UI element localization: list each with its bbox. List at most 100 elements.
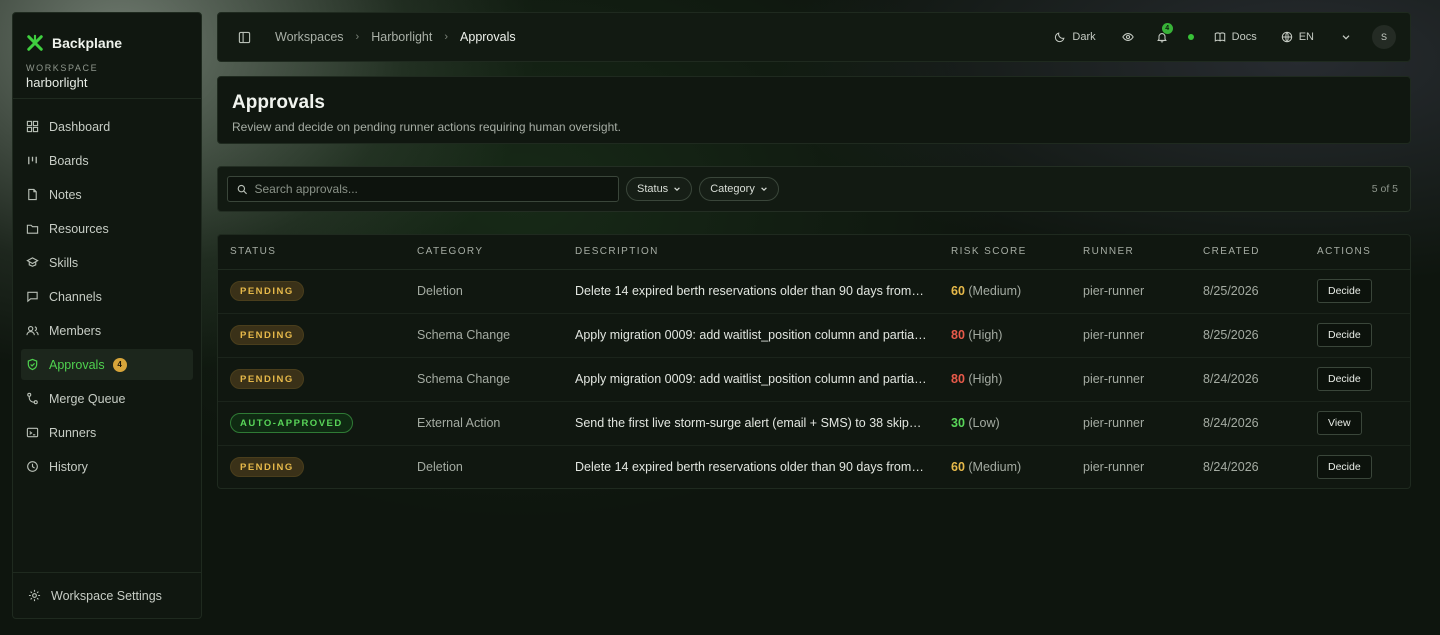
sidebar-item-label: Dashboard [49, 119, 111, 134]
runner-cell: pier-runner [1071, 357, 1191, 402]
description-cell: Delete 14 expired berth reservations old… [563, 445, 939, 488]
table-row[interactable]: PENDING Deletion Delete 14 expired berth… [218, 445, 1410, 488]
book-icon [1214, 32, 1225, 42]
brand[interactable]: Backplane [13, 13, 201, 59]
category-cell: External Action [405, 401, 563, 446]
account-menu-button[interactable] [1340, 31, 1352, 43]
avatar[interactable]: S [1372, 25, 1396, 49]
workspace-settings-link[interactable]: Workspace Settings [13, 572, 201, 618]
sidebar-toggle-icon[interactable] [238, 31, 251, 44]
page-subtitle: Review and decide on pending runner acti… [232, 120, 621, 134]
table-row[interactable]: AUTO-APPROVED External Action Send the f… [218, 401, 1410, 446]
notes-icon [28, 188, 37, 201]
sidebar-item-label: Approvals [49, 357, 105, 372]
sidebar-item-dashboard[interactable]: Dashboard [21, 111, 193, 142]
category-filter-label: Category [710, 183, 755, 195]
category-filter-button[interactable]: Category [699, 177, 779, 201]
decide-button[interactable]: Decide [1317, 279, 1372, 303]
sidebar-item-label: Channels [49, 289, 102, 304]
chevron-right-icon: › [444, 31, 449, 43]
language-label: EN [1298, 31, 1314, 43]
risk-cell: 60 (Medium) [939, 445, 1071, 488]
description-text: Apply migration 0009: add waitlist_posit… [575, 372, 927, 386]
category-cell: Schema Change [405, 313, 563, 358]
docs-label: Docs [1231, 31, 1257, 43]
actions-cell: View [1305, 401, 1410, 446]
risk-score-value: 30 [951, 416, 965, 430]
status-filter-label: Status [637, 183, 669, 195]
language-selector[interactable]: EN [1281, 31, 1314, 43]
workspace-settings-label: Workspace Settings [51, 588, 162, 603]
table-row[interactable]: PENDING Deletion Delete 14 expired berth… [218, 269, 1410, 314]
breadcrumb-approvals: Approvals [460, 30, 516, 44]
risk-score-value: 80 [951, 372, 965, 386]
sidebar-item-notes[interactable]: Notes [21, 179, 193, 210]
column-header-actions: ACTIONS [1305, 235, 1410, 270]
table-row[interactable]: PENDING Schema Change Apply migration 00… [218, 313, 1410, 358]
risk-level-label: (High) [968, 328, 1003, 342]
column-header-description[interactable]: DESCRIPTION [563, 235, 939, 270]
sidebar-nav: Dashboard Boards Notes Resources Skills … [13, 99, 201, 572]
decide-button[interactable]: Decide [1317, 367, 1372, 391]
column-header-created[interactable]: CREATED [1191, 235, 1305, 270]
brand-name: Backplane [52, 35, 123, 51]
filter-bar: Status Category 5 of 5 [217, 166, 1411, 212]
sidebar-item-label: Boards [49, 153, 89, 168]
notification-count-badge: 4 [1161, 23, 1173, 34]
decide-button[interactable]: Decide [1317, 323, 1372, 347]
category-cell: Deletion [405, 269, 563, 314]
table-row[interactable]: PENDING Schema Change Apply migration 00… [218, 357, 1410, 402]
top-bar: Workspaces › Harborlight › Approvals Dar… [217, 12, 1411, 62]
view-button[interactable]: View [1317, 411, 1362, 435]
table-header-row: STATUS CATEGORY DESCRIPTION RISK SCORE R… [218, 235, 1410, 270]
created-cell: 8/25/2026 [1191, 313, 1305, 358]
actions-cell: Decide [1305, 269, 1410, 314]
status-cell: AUTO-APPROVED [218, 401, 405, 446]
chevron-right-icon: › [355, 31, 360, 43]
results-count: 5 of 5 [1371, 183, 1398, 195]
created-cell: 8/24/2026 [1191, 357, 1305, 402]
search-box[interactable] [227, 176, 619, 202]
column-header-runner[interactable]: RUNNER [1071, 235, 1191, 270]
globe-icon [1281, 31, 1292, 43]
sidebar-item-label: Skills [49, 255, 79, 270]
boards-icon [28, 156, 37, 165]
status-badge: AUTO-APPROVED [230, 413, 353, 433]
column-header-category[interactable]: CATEGORY [405, 235, 563, 270]
sidebar-item-label: Members [49, 323, 102, 338]
sidebar-item-label: Merge Queue [49, 391, 126, 406]
notifications-button[interactable]: 4 [1156, 23, 1173, 43]
approvals-table: STATUS CATEGORY DESCRIPTION RISK SCORE R… [217, 234, 1411, 489]
sidebar-item-members[interactable]: Members [21, 315, 193, 346]
sidebar-item-approvals[interactable]: Approvals 4 [21, 349, 193, 380]
sidebar-item-merge-queue[interactable]: Merge Queue [21, 383, 193, 414]
sidebar-item-history[interactable]: History [21, 451, 193, 482]
sidebar-item-boards[interactable]: Boards [21, 145, 193, 176]
decide-button[interactable]: Decide [1317, 455, 1372, 480]
workspace-name[interactable]: harborlight [13, 73, 201, 99]
docs-button[interactable]: Docs [1214, 31, 1257, 43]
status-badge: PENDING [230, 325, 304, 345]
column-header-risk-score[interactable]: RISK SCORE [939, 235, 1071, 270]
column-header-status[interactable]: STATUS [218, 235, 405, 270]
sidebar-item-label: Runners [49, 425, 97, 440]
search-icon [237, 184, 248, 194]
search-input[interactable] [254, 182, 609, 196]
actions-cell: Decide [1305, 313, 1410, 358]
breadcrumb-workspaces[interactable]: Workspaces [275, 30, 344, 44]
skills-icon [26, 257, 39, 267]
theme-label: Dark [1072, 31, 1096, 43]
sidebar-item-label: Resources [49, 221, 109, 236]
risk-score-value: 60 [951, 460, 965, 475]
moon-icon [1055, 32, 1065, 43]
members-icon [26, 325, 39, 336]
page-title: Approvals [232, 92, 325, 113]
sidebar-item-resources[interactable]: Resources [21, 213, 193, 244]
sidebar-item-runners[interactable]: Runners [21, 417, 193, 448]
preview-button[interactable] [1121, 31, 1134, 43]
sidebar-item-channels[interactable]: Channels [21, 281, 193, 312]
theme-toggle-button[interactable]: Dark [1054, 31, 1096, 43]
status-filter-button[interactable]: Status [626, 177, 693, 201]
breadcrumb-harborlight[interactable]: Harborlight [371, 30, 432, 44]
sidebar-item-skills[interactable]: Skills [21, 247, 193, 278]
